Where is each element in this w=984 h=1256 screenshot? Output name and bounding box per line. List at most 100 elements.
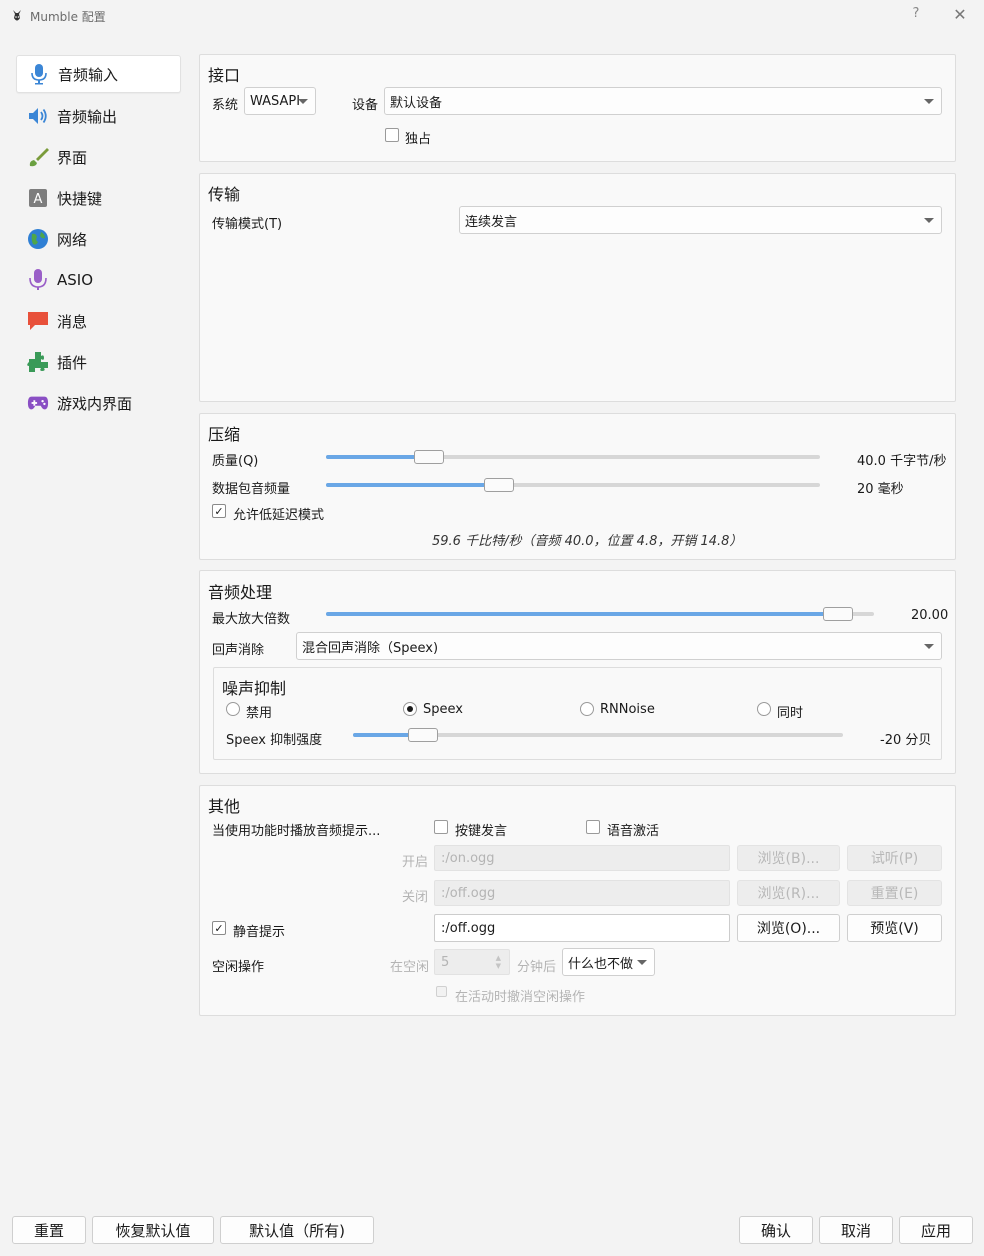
- undo-idle-checkbox[interactable]: [436, 986, 447, 997]
- slider-fill: [326, 612, 838, 616]
- va-cue-label: 语音激活: [607, 824, 660, 839]
- reset-button[interactable]: 重置: [12, 1216, 86, 1244]
- ptt-cue-checkbox[interactable]: [434, 820, 448, 834]
- device-combo[interactable]: 默认设备: [384, 87, 942, 115]
- chevron-down-icon: [298, 99, 308, 104]
- slider-fill: [326, 483, 499, 487]
- transmission-mode-label: 传输模式(T): [212, 217, 283, 232]
- keyboard-icon: A: [27, 187, 49, 209]
- noise-suppression-group: [213, 667, 942, 760]
- chevron-down-icon: [924, 218, 934, 223]
- frames-label: 数据包音频量: [212, 482, 291, 497]
- speex-strength-label: Speex 抑制强度: [226, 733, 323, 748]
- quality-value: 40.0 千字节/秒: [857, 454, 947, 469]
- frames-value: 20 毫秒: [857, 482, 904, 497]
- noise-rnnoise-radio[interactable]: [580, 702, 594, 716]
- noise-both-label: 同时: [777, 706, 804, 721]
- idle-minutes-spinbox[interactable]: 5 ▲ ▼: [434, 949, 510, 975]
- noise-rnnoise-label: RNNoise: [600, 702, 655, 717]
- preview-on-button[interactable]: 试听(P): [847, 845, 942, 871]
- cancel-button[interactable]: 取消: [819, 1216, 893, 1244]
- sidebar-item-asio[interactable]: ASIO: [16, 261, 181, 299]
- interface-group-title: 接口: [208, 66, 241, 85]
- sidebar-item-audio-output[interactable]: 音频输出: [16, 97, 181, 135]
- max-amp-label: 最大放大倍数: [212, 612, 291, 627]
- sidebar-item-plugins[interactable]: 插件: [16, 343, 181, 381]
- sidebar-item-network[interactable]: 网络: [16, 220, 181, 258]
- sidebar-item-label: 消息: [57, 312, 88, 331]
- sidebar-item-label: 游戏内界面: [57, 394, 133, 413]
- va-cue-checkbox[interactable]: [586, 820, 600, 834]
- low-latency-label: 允许低延迟模式: [233, 508, 325, 523]
- transmission-group-title: 传输: [208, 185, 241, 204]
- quality-slider[interactable]: [326, 450, 820, 464]
- ok-button[interactable]: 确认: [739, 1216, 813, 1244]
- noise-speex-label: Speex: [423, 702, 463, 717]
- low-latency-checkbox[interactable]: ✓: [212, 504, 226, 518]
- restore-defaults-button[interactable]: 恢复默认值: [92, 1216, 214, 1244]
- device-value: 默认设备: [390, 95, 443, 111]
- sidebar-item-overlay[interactable]: 游戏内界面: [16, 384, 181, 422]
- sidebar-item-shortcuts[interactable]: A 快捷键: [16, 179, 181, 217]
- chevron-down-icon: [924, 644, 934, 649]
- close-button[interactable]: ✕: [950, 5, 970, 25]
- sidebar-item-messages[interactable]: 消息: [16, 302, 181, 340]
- asio-mic-icon: [27, 269, 49, 291]
- noise-disabled-radio[interactable]: [226, 702, 240, 716]
- title-bar: [0, 0, 984, 32]
- noise-speex-radio[interactable]: [403, 702, 417, 716]
- system-value: WASAPI: [250, 93, 301, 109]
- noise-both-radio[interactable]: [757, 702, 771, 716]
- device-label: 设备: [352, 98, 379, 113]
- mute-cue-input[interactable]: :/off.ogg: [434, 914, 730, 942]
- sidebar-item-label: 音频输入: [58, 65, 119, 84]
- cue-on-label: 开启: [402, 855, 429, 870]
- checkmark-icon: ✓: [214, 921, 224, 935]
- speex-strength-value: -20 分贝: [880, 733, 932, 748]
- browse-off-button[interactable]: 浏览(R)...: [737, 880, 840, 906]
- processing-group-title: 音频处理: [208, 583, 273, 602]
- browse-mute-button[interactable]: 浏览(O)...: [737, 914, 840, 942]
- speex-strength-slider[interactable]: [353, 728, 843, 742]
- help-button[interactable]: ?: [908, 6, 924, 24]
- defaults-all-button[interactable]: 默认值（所有): [220, 1216, 374, 1244]
- mute-cue-checkbox[interactable]: ✓: [212, 921, 226, 935]
- sidebar-item-audio-input[interactable]: 音频输入: [16, 55, 181, 93]
- max-amp-slider[interactable]: [326, 607, 874, 621]
- idle-action-value: 什么也不做: [568, 956, 634, 972]
- idle-action-combo[interactable]: 什么也不做: [562, 948, 655, 976]
- misc-group-title: 其他: [208, 797, 241, 816]
- system-combo[interactable]: WASAPI: [244, 87, 316, 115]
- echo-cancel-combo[interactable]: 混合回声消除（Speex): [296, 632, 942, 660]
- speaker-icon: [27, 105, 49, 127]
- globe-icon: [27, 228, 49, 250]
- noise-disabled-label: 禁用: [246, 706, 273, 721]
- quality-label: 质量(Q): [212, 454, 259, 469]
- brush-icon: [27, 146, 49, 168]
- slider-handle[interactable]: [408, 728, 438, 742]
- microphone-icon: [28, 63, 50, 85]
- max-amp-value: 20.00: [911, 608, 949, 623]
- preview-mute-button[interactable]: 预览(V): [847, 914, 942, 942]
- exclusive-checkbox[interactable]: [385, 128, 399, 142]
- cue-on-input[interactable]: :/on.ogg: [434, 845, 730, 871]
- cue-off-value: :/off.ogg: [441, 885, 496, 901]
- echo-cancel-label: 回声消除: [212, 643, 265, 658]
- apply-button[interactable]: 应用: [899, 1216, 973, 1244]
- slider-handle[interactable]: [484, 478, 514, 492]
- browse-on-button[interactable]: 浏览(B)...: [737, 845, 840, 871]
- cue-off-input[interactable]: :/off.ogg: [434, 880, 730, 906]
- audio-cue-label: 当使用功能时播放音频提示...: [212, 824, 381, 839]
- spin-arrows-icon[interactable]: ▲ ▼: [496, 954, 501, 970]
- slider-handle[interactable]: [414, 450, 444, 464]
- sidebar-item-interface[interactable]: 界面: [16, 138, 181, 176]
- sidebar-item-label: 快捷键: [57, 189, 103, 208]
- slider-handle[interactable]: [823, 607, 853, 621]
- transmission-mode-combo[interactable]: 连续发言: [459, 206, 942, 234]
- chevron-down-icon: [637, 960, 647, 965]
- undo-idle-label: 在活动时撤消空闲操作: [455, 990, 586, 1005]
- frames-slider[interactable]: [326, 478, 820, 492]
- idle-minutes-value: 5: [441, 954, 450, 970]
- checkmark-icon: ✓: [214, 504, 224, 518]
- reset-off-button[interactable]: 重置(E): [847, 880, 942, 906]
